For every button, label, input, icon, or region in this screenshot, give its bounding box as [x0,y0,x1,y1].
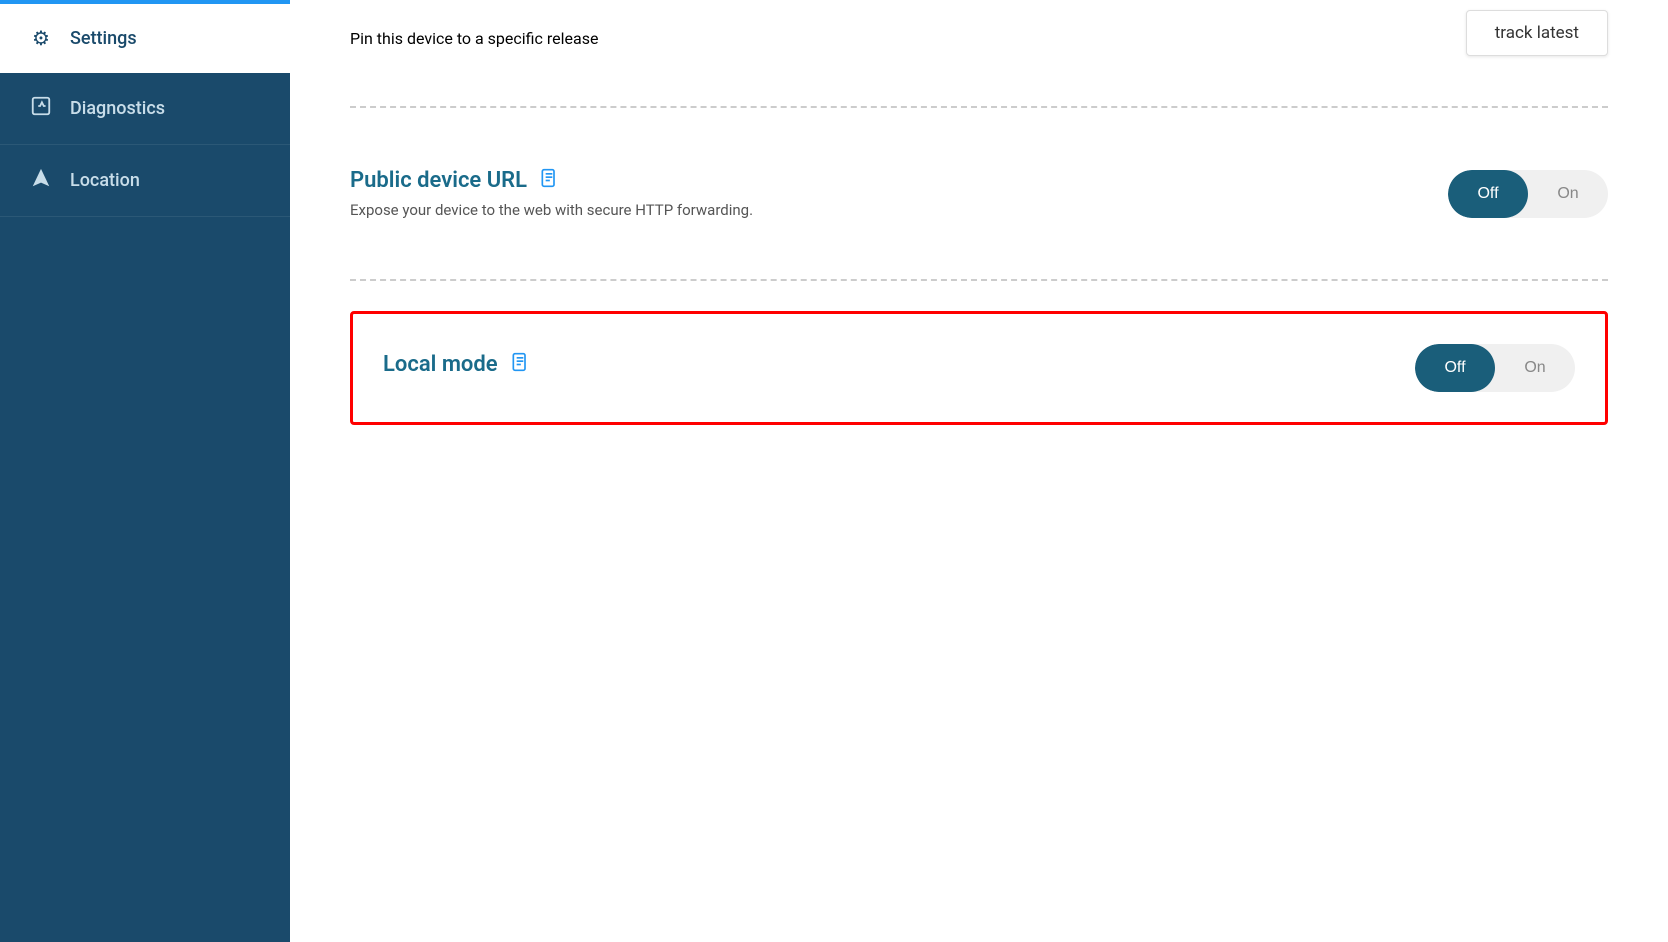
location-icon [28,167,54,194]
public-url-toggle: Off On [1448,170,1608,218]
release-section: Pin this device to a specific release tr… [290,0,1668,76]
local-mode-section: Local mode Off On [350,311,1608,425]
public-device-url-text: Public device URL Expose your device to … [350,168,1448,219]
sidebar-item-location[interactable]: Location [0,145,290,217]
settings-icon: ⚙ [28,26,54,50]
pin-text: Pin this device to a specific release [350,19,1466,48]
local-mode-doc-icon[interactable] [510,352,530,377]
sidebar-item-diagnostics[interactable]: Diagnostics [0,73,290,145]
public-url-doc-icon[interactable] [539,168,559,193]
public-url-off-button[interactable]: Off [1448,170,1528,218]
public-device-url-section: Public device URL Expose your device to … [290,138,1668,249]
local-mode-title: Local mode [383,352,1415,377]
local-mode-on-button[interactable]: On [1495,344,1575,392]
diagnostics-icon [28,95,54,122]
local-mode-off-button[interactable]: Off [1415,344,1495,392]
track-latest-badge: track latest [1466,10,1608,56]
divider-2 [350,279,1608,281]
divider-1 [350,106,1608,108]
public-device-url-description: Expose your device to the web with secur… [350,201,1448,219]
public-url-on-button[interactable]: On [1528,170,1608,218]
sidebar-item-settings-label: Settings [70,28,137,49]
sidebar-item-diagnostics-label: Diagnostics [70,98,165,119]
sidebar-item-location-label: Location [70,170,140,191]
sidebar: ⚙ Settings Diagnostics Location [0,0,290,942]
local-mode-toggle: Off On [1415,344,1575,392]
sidebar-item-settings[interactable]: ⚙ Settings [0,4,290,73]
public-device-url-title: Public device URL [350,168,1448,193]
local-mode-text: Local mode [383,352,1415,385]
main-content: Pin this device to a specific release tr… [290,0,1668,942]
